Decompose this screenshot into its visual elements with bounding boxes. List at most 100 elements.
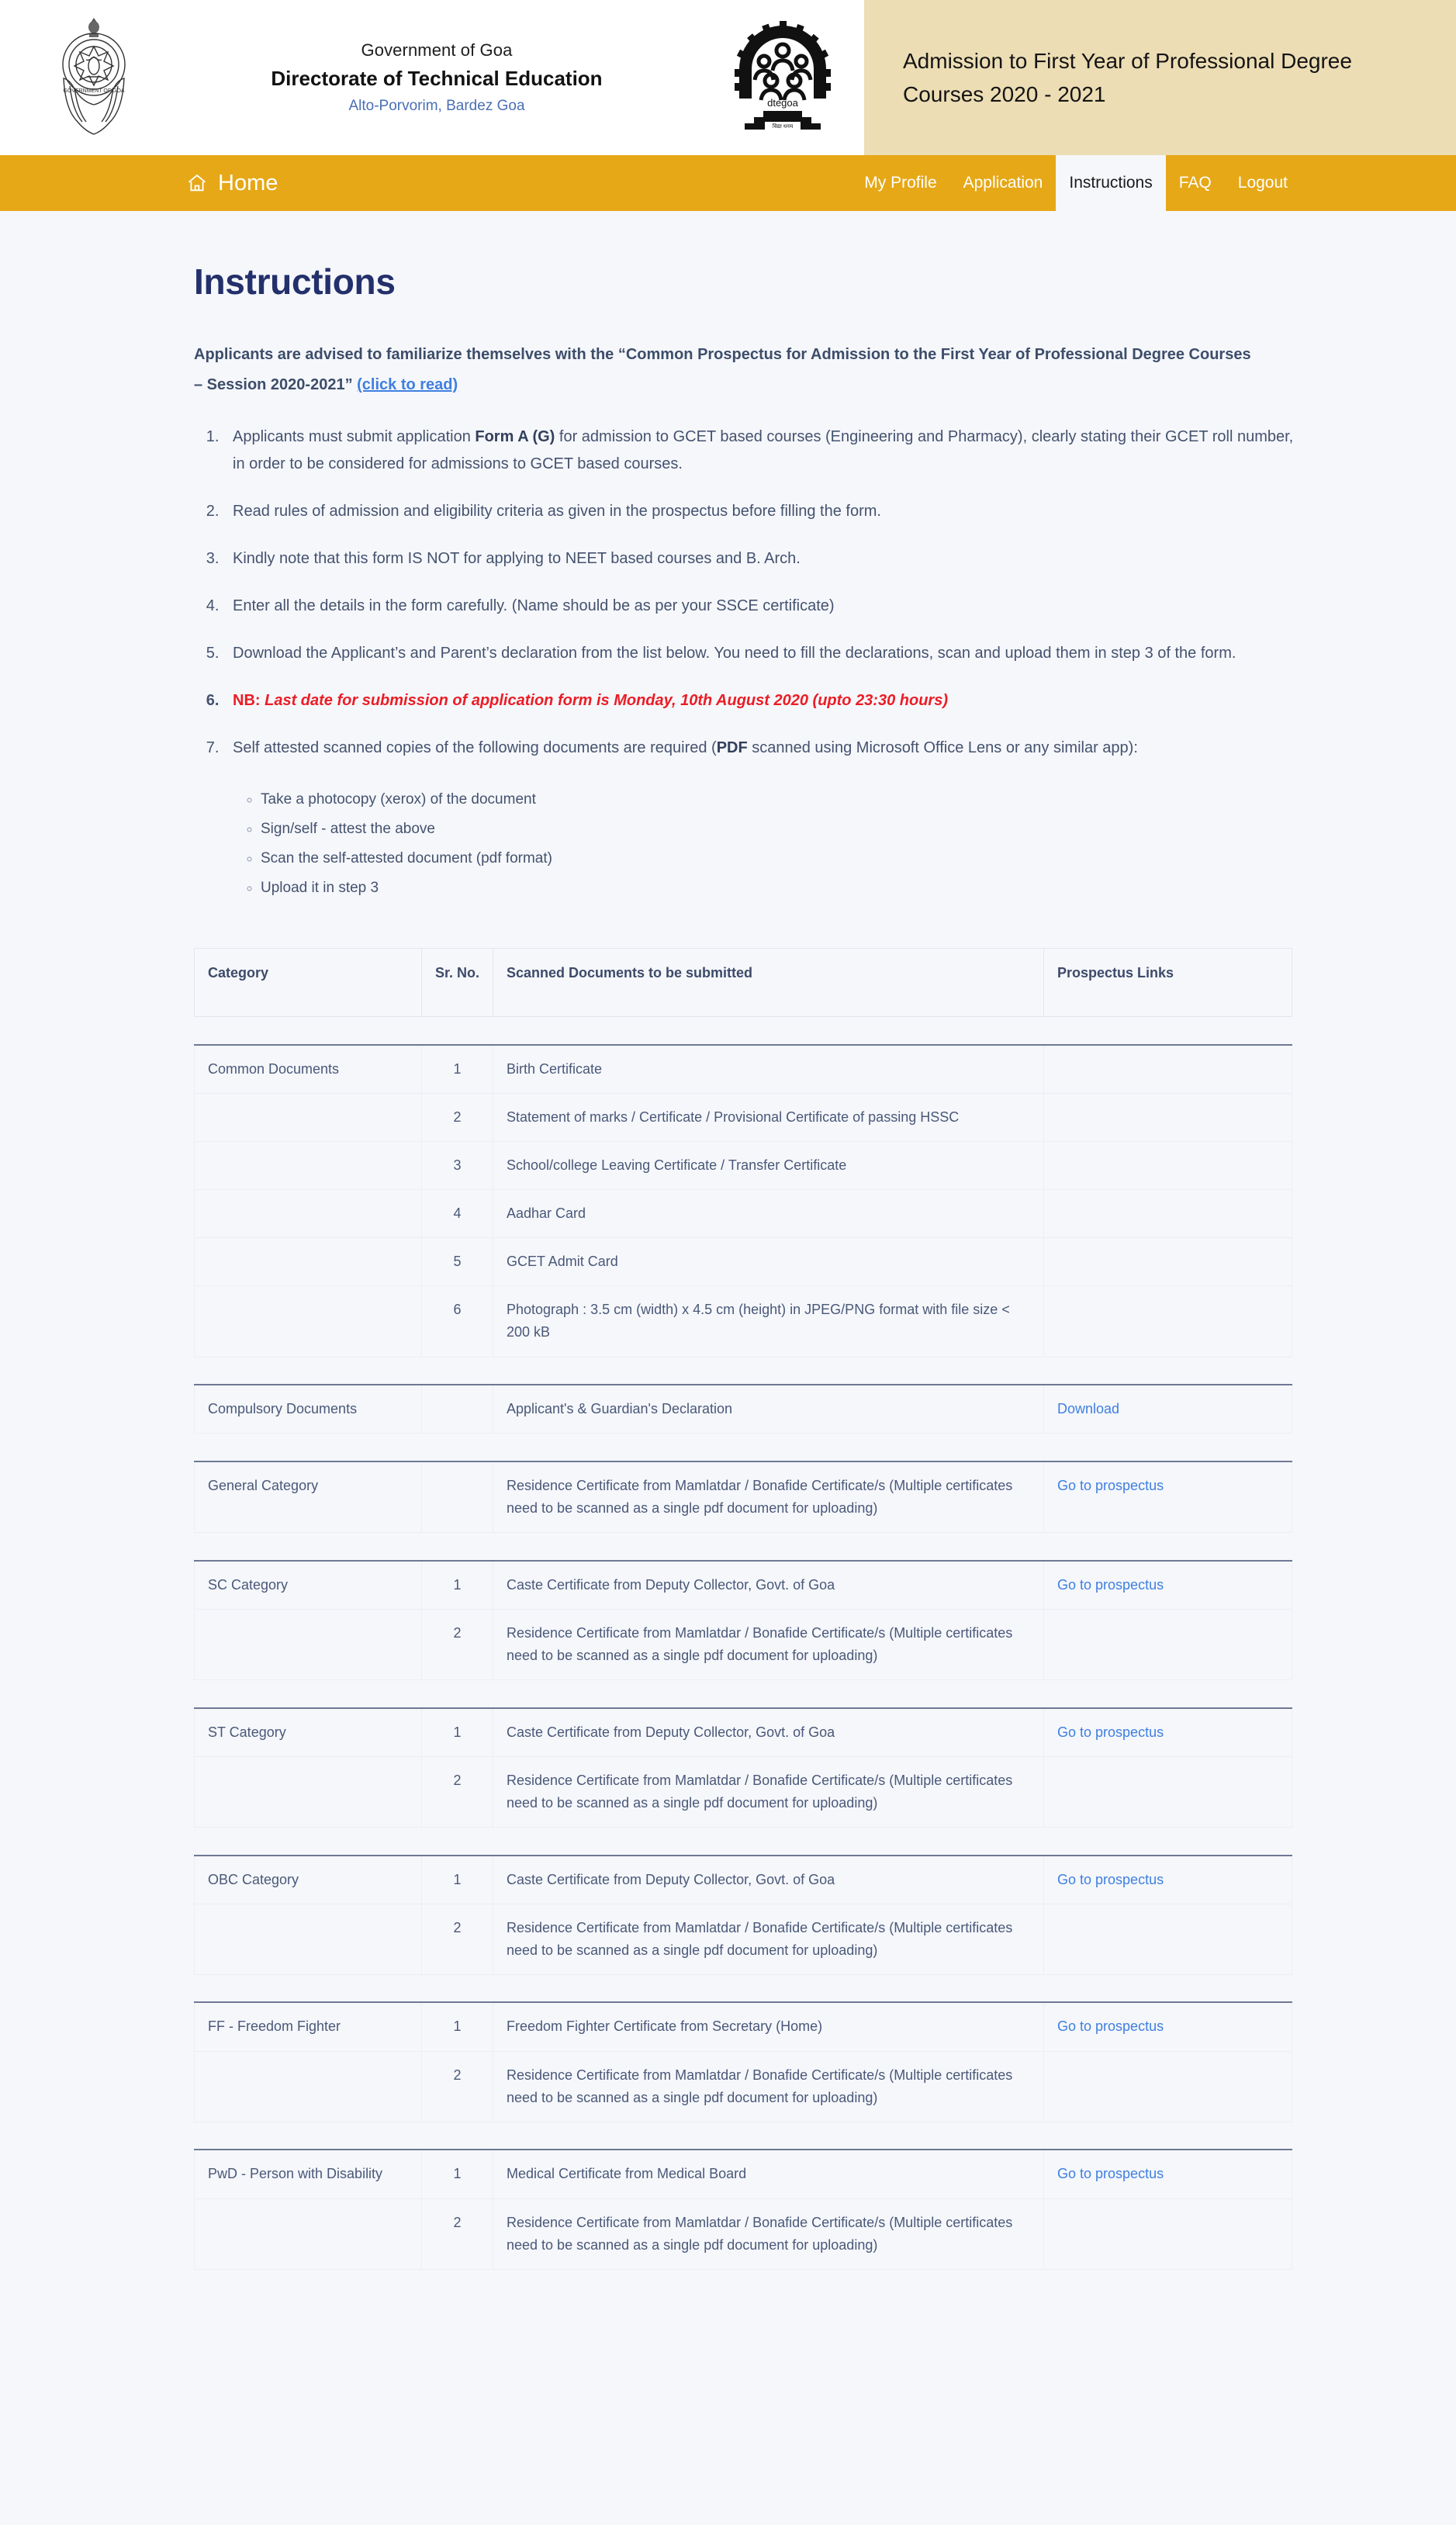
prospectus-link[interactable]: Go to prospectus: [1057, 1724, 1164, 1740]
nav-item-home[interactable]: Home: [0, 155, 278, 211]
cell-document: Residence Certificate from Mamlatdar / B…: [493, 1755, 1044, 1828]
cell-link: Go to prospectus: [1043, 2149, 1292, 2199]
cell-sr-no: 5: [421, 1237, 493, 1287]
table-row: 2 Residence Certificate from Mamlatdar / …: [194, 1608, 1292, 1681]
prospectus-link[interactable]: Go to prospectus: [1057, 1478, 1164, 1493]
cell-link: Go to prospectus: [1043, 1707, 1292, 1757]
cell-document: Residence Certificate from Mamlatdar / B…: [493, 1461, 1044, 1534]
table-row: 2 Residence Certificate from Mamlatdar / …: [194, 1903, 1292, 1975]
nb-middle-text: for submission of application form is: [332, 692, 614, 709]
cell-link: Download: [1043, 1384, 1292, 1434]
cell-sr-no: [421, 1384, 493, 1434]
cell-category: PwD - Person with Disability: [194, 2149, 422, 2199]
cell-document: Residence Certificate from Mamlatdar / B…: [493, 2198, 1044, 2270]
cell-document: Residence Certificate from Mamlatdar / B…: [493, 1903, 1044, 1975]
list-item-deadline-notice: NB: Last date for submission of applicat…: [223, 687, 1295, 714]
cell-sr-no: [421, 1461, 493, 1534]
prospectus-link[interactable]: Go to prospectus: [1057, 1872, 1164, 1887]
table-row: SC Category 1 Caste Certificate from Deput…: [194, 1560, 1292, 1610]
main-navigation: Home My Profile Application Instructions…: [0, 155, 1456, 211]
table-head: Category Sr. No. Scanned Documents to be…: [194, 948, 1292, 1017]
cell-sr-no: 6: [421, 1285, 493, 1358]
cell-document: Residence Certificate from Mamlatdar / B…: [493, 2050, 1044, 2122]
list-item: Kindly note that this form IS NOT for ap…: [223, 545, 1295, 572]
table-row: Compulsory Documents Applicant's & Guardi…: [194, 1384, 1292, 1434]
cell-document: Applicant's & Guardian's Declaration: [493, 1384, 1044, 1434]
nav-item-application[interactable]: Application: [950, 155, 1057, 211]
documents-table: Category Sr. No. Scanned Documents to be…: [194, 948, 1292, 2270]
cell-document: Birth Certificate: [493, 1044, 1044, 1094]
cell-link: Go to prospectus: [1043, 2001, 1292, 2052]
cell-sr-no: 1: [421, 2001, 493, 2052]
cell-category: [194, 2198, 422, 2270]
cell-document: Caste Certificate from Deputy Collector,…: [493, 1560, 1044, 1610]
prospectus-link[interactable]: Go to prospectus: [1057, 2166, 1164, 2181]
cell-document: Freedom Fighter Certificate from Secreta…: [493, 2001, 1044, 2052]
table-row: 2 Residence Certificate from Mamlatdar / …: [194, 1755, 1292, 1828]
header-org-text: Government of Goa Directorate of Technic…: [141, 40, 732, 115]
cell-category: [194, 1188, 422, 1239]
cell-link: [1043, 1092, 1292, 1142]
prospectus-link[interactable]: Go to prospectus: [1057, 2018, 1164, 2034]
table-group-separator: [194, 1356, 1292, 1386]
nav-item-my-profile[interactable]: My Profile: [851, 155, 949, 211]
table-header-row: Category Sr. No. Scanned Documents to be…: [194, 948, 1292, 1017]
list-item: Upload it in step 3: [261, 873, 1295, 903]
table-row: 4 Aadhar Card: [194, 1188, 1292, 1239]
cell-sr-no: 2: [421, 1903, 493, 1975]
cell-sr-no: 3: [421, 1140, 493, 1190]
cell-link: [1043, 1140, 1292, 1190]
list-item: Enter all the details in the form carefu…: [223, 593, 1295, 620]
page-title: Instructions: [194, 261, 396, 302]
cell-document: Photograph : 3.5 cm (width) x 4.5 cm (he…: [493, 1285, 1044, 1358]
header-banner: Admission to First Year of Professional …: [864, 0, 1456, 155]
item-text: Applicants must submit application: [233, 428, 476, 445]
col-header-sr-no: Sr. No.: [421, 948, 493, 1017]
cell-link: [1043, 1755, 1292, 1828]
table-row: 2 Statement of marks / Certificate / Prov…: [194, 1092, 1292, 1142]
item-bold: Form A (G): [475, 428, 555, 445]
nav-item-logout[interactable]: Logout: [1225, 155, 1301, 211]
lead-text: Applicants are advised to familiarize th…: [194, 346, 1251, 393]
prospectus-link[interactable]: Go to prospectus: [1057, 1577, 1164, 1593]
cell-document: Residence Certificate from Mamlatdar / B…: [493, 1608, 1044, 1681]
cell-link: [1043, 1044, 1292, 1094]
prospectus-link[interactable]: Download: [1057, 1401, 1119, 1416]
table-body: Common Documents 1 Birth Certificate 2 State…: [194, 1016, 1292, 2270]
col-header-scanned-documents: Scanned Documents to be submitted: [493, 948, 1044, 1017]
click-to-read-link[interactable]: (click to read): [357, 376, 458, 393]
directorate-line: Directorate of Technical Education: [271, 67, 603, 90]
deadline-date: Monday, 10th August 2020 (upto 23:30 hou…: [614, 692, 948, 709]
list-item: Take a photocopy (xerox) of the document: [261, 785, 1295, 815]
cell-link: Go to prospectus: [1043, 1855, 1292, 1904]
cell-link: [1043, 1285, 1292, 1358]
item7-post: scanned using Microsoft Office Lens or a…: [747, 739, 1138, 756]
nb-label: NB:: [233, 692, 265, 709]
list-item: Read rules of admission and eligibility …: [223, 498, 1295, 525]
cell-category: SC Category: [194, 1560, 422, 1610]
cell-category: [194, 1903, 422, 1975]
cell-category: [194, 1092, 422, 1142]
cell-sr-no: 2: [421, 1608, 493, 1681]
cell-link: [1043, 2198, 1292, 2270]
cell-category: FF - Freedom Fighter: [194, 2001, 422, 2052]
table-row: 6 Photograph : 3.5 cm (width) x 4.5 cm (h…: [194, 1285, 1292, 1358]
cell-document: GCET Admit Card: [493, 1237, 1044, 1287]
cell-document: Medical Certificate from Medical Board: [493, 2149, 1044, 2199]
cell-link: [1043, 1237, 1292, 1287]
prospectus-lead: Applicants are advised to familiarize th…: [194, 340, 1257, 400]
cell-category: OBC Category: [194, 1855, 422, 1904]
cell-sr-no: 2: [421, 1092, 493, 1142]
table-row: ST Category 1 Caste Certificate from Deput…: [194, 1707, 1292, 1757]
nav-item-instructions[interactable]: Instructions: [1056, 155, 1166, 211]
table-group-separator: [194, 2121, 1292, 2151]
cell-link: [1043, 2050, 1292, 2122]
cell-category: Common Documents: [194, 1044, 422, 1094]
cell-link: [1043, 1903, 1292, 1975]
svg-text:विद्या धनम: विद्या धनम: [773, 123, 794, 130]
item7-pre: Self attested scanned copies of the foll…: [233, 739, 717, 756]
item7-bold: PDF: [716, 739, 748, 756]
nav-item-faq[interactable]: FAQ: [1166, 155, 1225, 211]
cell-category: [194, 2050, 422, 2122]
svg-text:GOVERNMENT OF GOA: GOVERNMENT OF GOA: [63, 88, 125, 94]
